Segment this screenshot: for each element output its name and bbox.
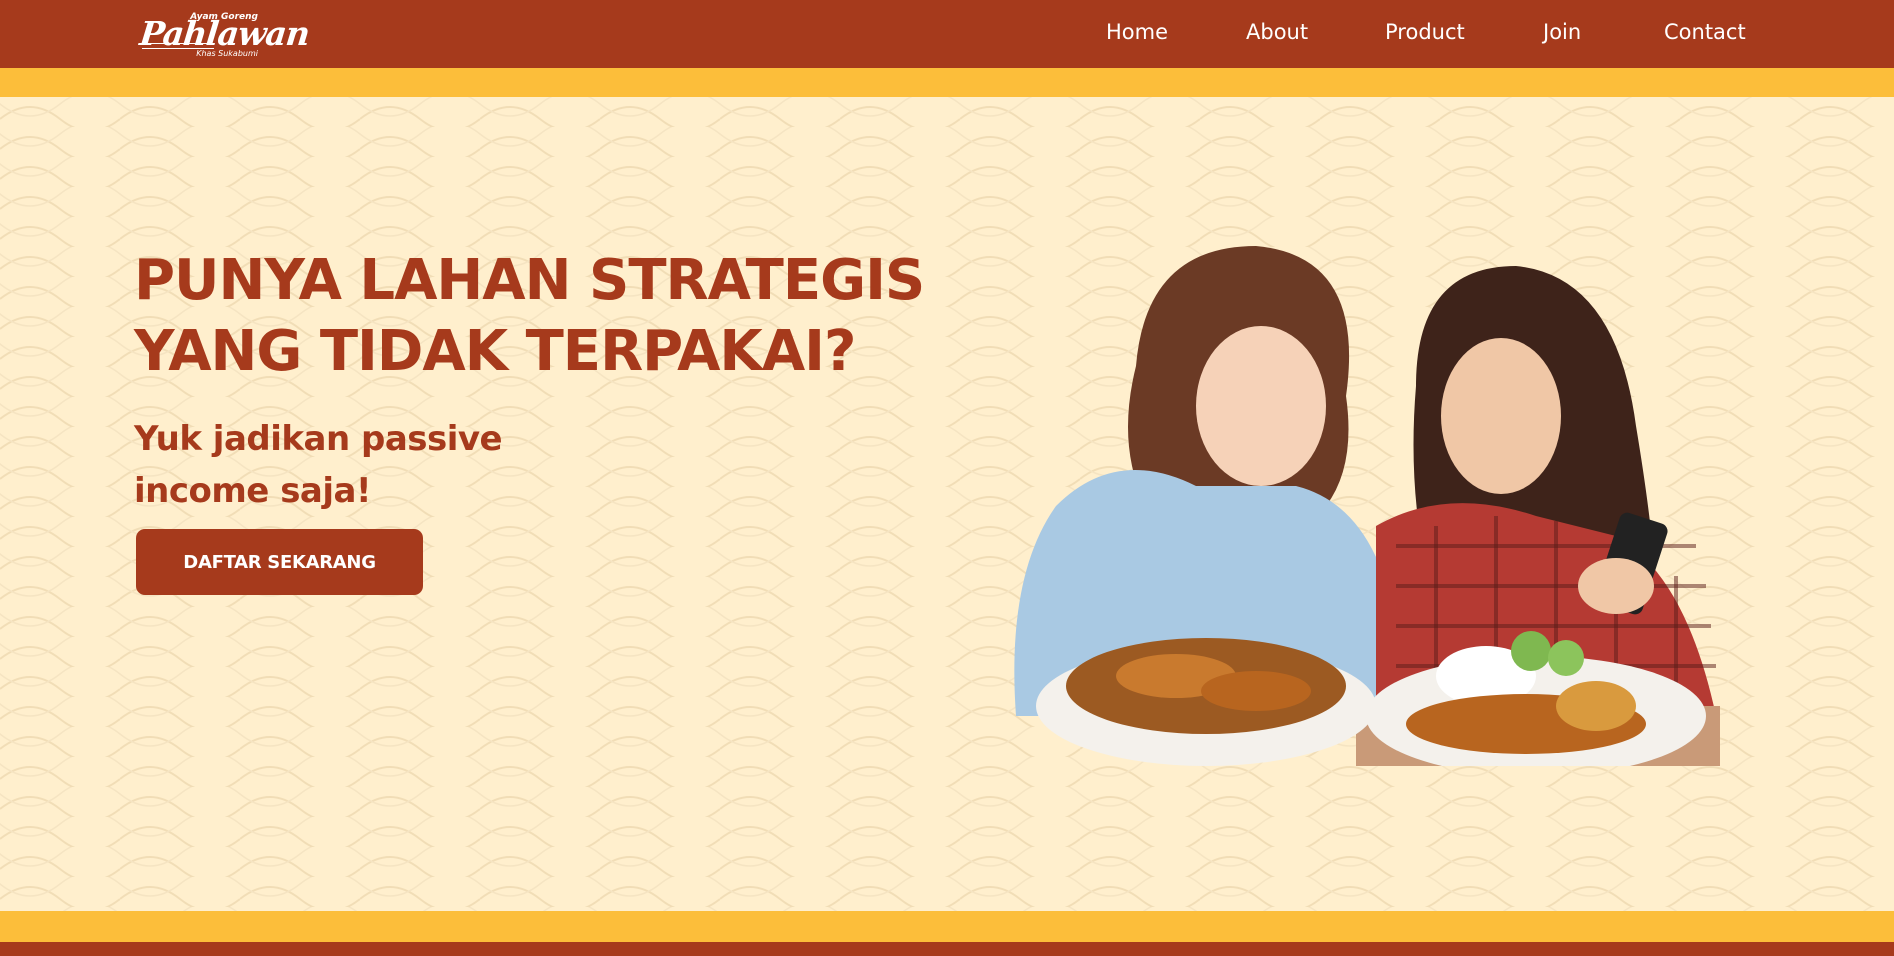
register-now-button[interactable]: DAFTAR SEKARANG (136, 529, 423, 595)
subheadline-line-1: Yuk jadikan passive (134, 419, 503, 459)
headline-line-2: YANG TIDAK TERPAKAI? (134, 319, 856, 384)
hero-photo (1014, 246, 1720, 766)
hero-subheadline: Yuk jadikan passive income saja! (134, 413, 554, 517)
logo-bottom-tag: Khas Sukabumi (196, 49, 258, 58)
nav-contact-link[interactable]: Contact (1664, 20, 1746, 44)
nav-about-link[interactable]: About (1246, 20, 1308, 44)
navbar: Ayam Goreng Pahlawan Khas Sukabumi Home … (0, 0, 1894, 68)
nav-join-link[interactable]: Join (1543, 20, 1581, 44)
bottom-accent-stripe (0, 911, 1894, 942)
top-accent-stripe (0, 68, 1894, 97)
hero-headline: PUNYA LAHAN STRATEGIS YANG TIDAK TERPAKA… (134, 245, 954, 387)
brand-logo[interactable]: Ayam Goreng Pahlawan Khas Sukabumi (136, 8, 311, 60)
headline-line-1: PUNYA LAHAN STRATEGIS (134, 248, 925, 313)
nav-product-link[interactable]: Product (1385, 20, 1465, 44)
subheadline-line-2: income saja! (134, 471, 371, 511)
footer-band (0, 942, 1894, 956)
nav-home-link[interactable]: Home (1106, 20, 1168, 44)
